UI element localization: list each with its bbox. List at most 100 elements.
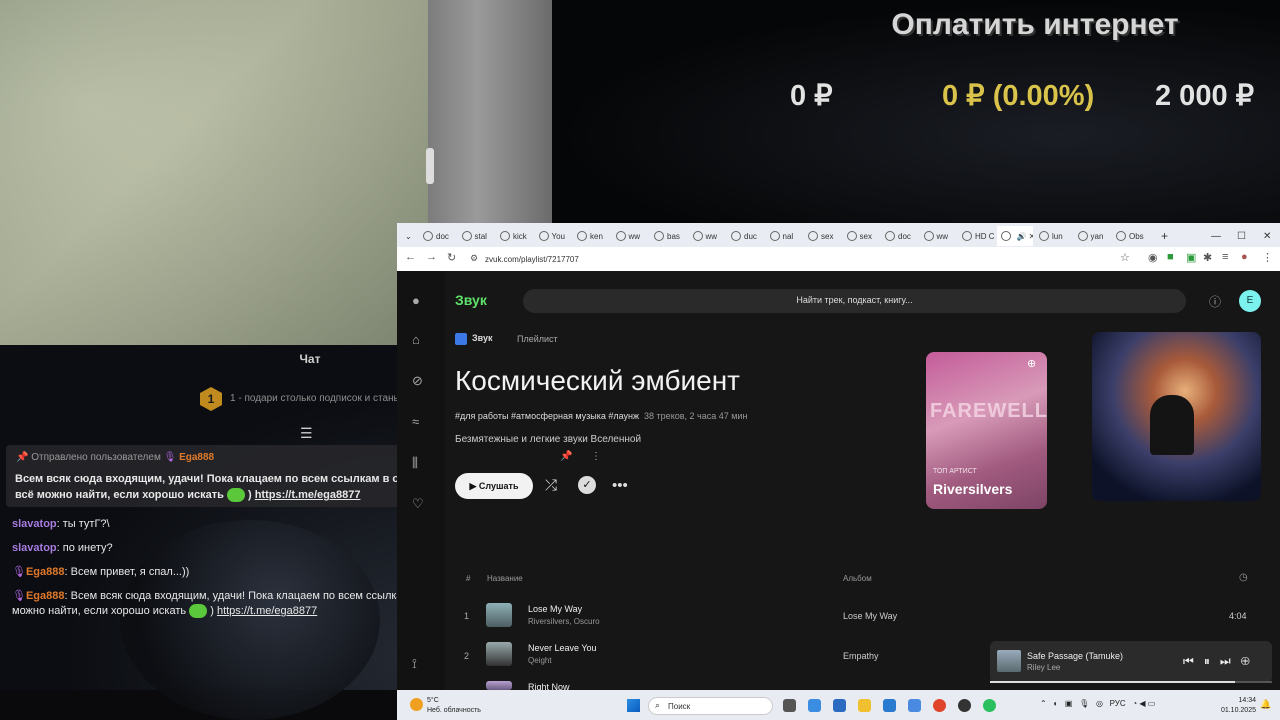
tray-icon[interactable]: ◎ xyxy=(1096,699,1103,708)
avatar[interactable]: E xyxy=(1239,290,1261,312)
browser-tab[interactable]: Obs xyxy=(1112,226,1149,246)
add-icon[interactable]: ⊕ xyxy=(1027,357,1036,370)
clock-time[interactable]: 14:34 xyxy=(1222,697,1256,704)
track-album[interactable]: Empathy xyxy=(843,651,879,661)
pinned-link[interactable]: https://t.me/ega8877 xyxy=(255,489,361,501)
browser-tab[interactable]: ww xyxy=(920,226,957,246)
track-artist[interactable]: Riversilvers, Oscuro xyxy=(528,617,600,626)
browser-tab[interactable]: doc xyxy=(881,226,918,246)
weather-temp[interactable]: 5°C xyxy=(427,697,439,704)
now-playing-title[interactable]: Safe Passage (Tamuke) xyxy=(1027,651,1123,661)
library-icon[interactable]: ⫼ xyxy=(412,455,418,471)
language-indicator[interactable]: РУС xyxy=(1110,699,1126,708)
profile-icon[interactable]: ● xyxy=(1241,251,1248,263)
browser-tab[interactable]: You xyxy=(535,226,572,246)
weather-icon[interactable] xyxy=(410,698,423,711)
chat-username[interactable]: slavatop xyxy=(12,518,57,530)
logo-sphere-icon[interactable]: ● xyxy=(412,293,420,308)
menu-icon[interactable]: ⋮ xyxy=(1262,251,1273,264)
next-icon[interactable]: ⏭ xyxy=(1220,654,1241,668)
tab-close-icon[interactable]: 🔊 ✕ xyxy=(1017,232,1034,241)
wifi-icon[interactable]: ◔ xyxy=(1132,699,1137,708)
obs-icon[interactable] xyxy=(958,699,971,712)
browser-tab[interactable]: duc xyxy=(727,226,764,246)
browser-tab[interactable]: 🔊 ✕ xyxy=(996,226,1034,246)
chrome-icon[interactable] xyxy=(933,699,946,712)
file-explorer-icon[interactable] xyxy=(858,699,871,712)
previous-icon[interactable]: ⏮ xyxy=(1183,654,1204,668)
track-artist[interactable]: Qeight xyxy=(528,656,552,665)
site-info-icon[interactable]: ⚙ xyxy=(470,253,478,264)
track-album[interactable]: Lose My Way xyxy=(843,611,897,621)
browser-tab[interactable]: yan xyxy=(1074,226,1111,246)
app-logo[interactable]: Звук xyxy=(455,292,487,308)
app-icon[interactable] xyxy=(883,699,896,712)
added-check-icon[interactable]: ✓ xyxy=(578,476,596,494)
browser-tab[interactable]: HD Сы xyxy=(958,226,995,246)
listen-button[interactable]: ▶ Слушать xyxy=(455,473,533,499)
bookmark-star-icon[interactable]: ☆ xyxy=(1120,251,1130,264)
tray-icon[interactable]: ▣ xyxy=(1065,699,1073,708)
browser-tab[interactable]: ww xyxy=(689,226,726,246)
browser-tab[interactable]: nal xyxy=(766,226,803,246)
minimize-button[interactable]: — xyxy=(1207,226,1227,246)
tab-list-icon[interactable]: ≡ xyxy=(1222,251,1228,263)
shuffle-icon[interactable]: ⤮ xyxy=(545,477,557,494)
chat-username[interactable]: Ega888 xyxy=(26,566,65,578)
browser-tab[interactable]: doc xyxy=(419,226,456,246)
pause-icon[interactable]: ⏸ xyxy=(1204,654,1220,668)
tags-text[interactable]: #для работы #атмосферная музыка #лаунж xyxy=(455,411,639,421)
heart-icon[interactable]: ♡ xyxy=(412,496,424,512)
forward-icon[interactable]: → xyxy=(426,251,437,263)
column-album[interactable]: Альбом xyxy=(843,574,872,583)
track-title[interactable]: Never Leave You xyxy=(528,643,597,653)
breadcrumb-brand[interactable]: Звук xyxy=(472,333,492,343)
chat-link[interactable]: https://t.me/ega8877 xyxy=(217,605,317,617)
top-artist-name[interactable]: Riversilvers xyxy=(933,481,1012,497)
compass-icon[interactable]: ⊘ xyxy=(412,373,423,389)
browser-tab[interactable]: kick xyxy=(496,226,533,246)
notifications-icon[interactable]: 🔔 xyxy=(1260,699,1271,710)
start-button[interactable] xyxy=(627,699,640,712)
expand-player-icon[interactable]: ⊕ xyxy=(1241,654,1260,668)
new-tab-button[interactable]: + xyxy=(1157,226,1171,246)
home-icon[interactable]: ⌂ xyxy=(412,332,420,347)
app-icon[interactable] xyxy=(908,699,921,712)
chat-username[interactable]: slavatop xyxy=(12,542,57,554)
browser-tab[interactable]: lun xyxy=(1035,226,1072,246)
battery-icon[interactable]: ▭ xyxy=(1148,699,1156,708)
browser-tab[interactable]: sex xyxy=(804,226,841,246)
tray-chevron-icon[interactable]: ⌃ xyxy=(1040,699,1047,708)
app-icon[interactable] xyxy=(833,699,846,712)
message-menu-icon[interactable]: ⋮ xyxy=(591,451,601,462)
app-icon[interactable] xyxy=(983,699,996,712)
pin-sidebar-icon[interactable]: ⟟ xyxy=(412,656,417,672)
volume-icon[interactable]: ◀ xyxy=(1139,699,1145,708)
extension-icon[interactable]: ◉ xyxy=(1148,251,1158,264)
browser-tab[interactable]: stal xyxy=(458,226,495,246)
pin-message-icon[interactable]: 📌 xyxy=(560,451,572,462)
track-title[interactable]: Lose My Way xyxy=(528,604,582,614)
url-field[interactable]: zvuk.com/playlist/7217707 xyxy=(485,253,1145,267)
extension-icon[interactable]: ■ xyxy=(1167,251,1174,263)
waves-icon[interactable]: ≈ xyxy=(412,414,419,429)
extensions-puzzle-icon[interactable]: ✱ xyxy=(1203,251,1212,264)
clock-date[interactable]: 01.10.2025 xyxy=(1215,707,1256,714)
close-window-button[interactable]: ✕ xyxy=(1259,226,1279,246)
now-playing-artist[interactable]: Riley Lee xyxy=(1027,663,1060,672)
weather-desc[interactable]: Неб. облачность xyxy=(427,707,481,714)
tab-search-icon[interactable]: ⌄ xyxy=(401,226,415,246)
now-playing-cover[interactable] xyxy=(997,650,1021,672)
more-options-icon[interactable]: ••• xyxy=(612,477,628,494)
task-view-icon[interactable] xyxy=(783,699,796,712)
browser-tab[interactable]: bas xyxy=(650,226,687,246)
tray-icon[interactable]: ◐ xyxy=(1053,699,1058,708)
column-name[interactable]: Название xyxy=(487,574,523,583)
maximize-button[interactable]: ☐ xyxy=(1233,226,1253,246)
mic-tray-icon[interactable]: 🎙 xyxy=(1079,699,1089,708)
chat-username[interactable]: Ega888 xyxy=(26,590,65,602)
back-icon[interactable]: ← xyxy=(405,251,416,263)
chat-collapse-icon[interactable]: ☰ xyxy=(300,425,313,442)
info-icon[interactable]: ⓘ xyxy=(1209,293,1221,310)
extension-icon[interactable]: ▣ xyxy=(1186,251,1196,264)
